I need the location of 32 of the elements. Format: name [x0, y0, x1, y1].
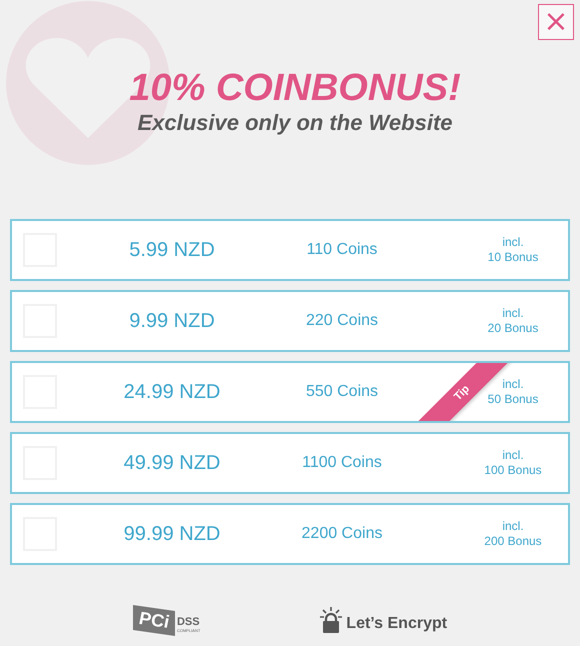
pci-logo: PCi [132, 604, 175, 636]
package-price: 99.99 NZD [122, 522, 222, 546]
package-option[interactable]: 49.99 NZD 1100 Coins incl. 100 Bonus [10, 432, 570, 494]
bonus-amount: 100 Bonus [484, 463, 542, 478]
package-option[interactable]: 99.99 NZD 2200 Coins incl. 200 Bonus [10, 503, 570, 565]
coin-amount: 220 Coins [304, 312, 380, 330]
bonus-label: incl. [502, 448, 524, 463]
bonus-amount: 200 Bonus [484, 534, 542, 549]
package-option[interactable]: 24.99 NZD 550 Coins incl. 50 Bonus Tip [10, 361, 570, 423]
promo-subtitle: Exclusive only on the Website [137, 110, 452, 136]
bonus-amount: 50 Bonus [488, 392, 538, 407]
dss-label: DSS [176, 616, 200, 628]
coin-amount: 2200 Coins [300, 525, 384, 543]
bonus-label: incl. [502, 377, 524, 392]
bonus-label: incl. [502, 306, 524, 321]
coin-amount: 550 Coins [304, 383, 380, 401]
package-price: 49.99 NZD [122, 452, 222, 474]
package-option[interactable]: 9.99 NZD 220 Coins incl. 20 Bonus [10, 290, 570, 352]
bonus-label: incl. [502, 235, 524, 250]
package-price: 24.99 NZD [122, 380, 222, 404]
package-price: 9.99 NZD [128, 310, 216, 332]
package-price: 5.99 NZD [128, 238, 216, 262]
bonus-amount: 10 Bonus [488, 250, 538, 265]
promo-title: 10% COINBONUS! [129, 66, 461, 110]
coin-amount: 1100 Coins [301, 454, 383, 472]
close-button[interactable]: × [538, 4, 574, 40]
package-option[interactable]: 5.99 NZD 110 Coins incl. 10 Bonus [10, 219, 570, 281]
padlock-icon [320, 607, 342, 633]
coin-amount: 110 Coins [306, 241, 378, 259]
bonus-label: incl. [502, 519, 524, 534]
bonus-amount: 20 Bonus [488, 321, 538, 336]
lets-encrypt-logo: Let’s Encrypt [346, 615, 448, 633]
